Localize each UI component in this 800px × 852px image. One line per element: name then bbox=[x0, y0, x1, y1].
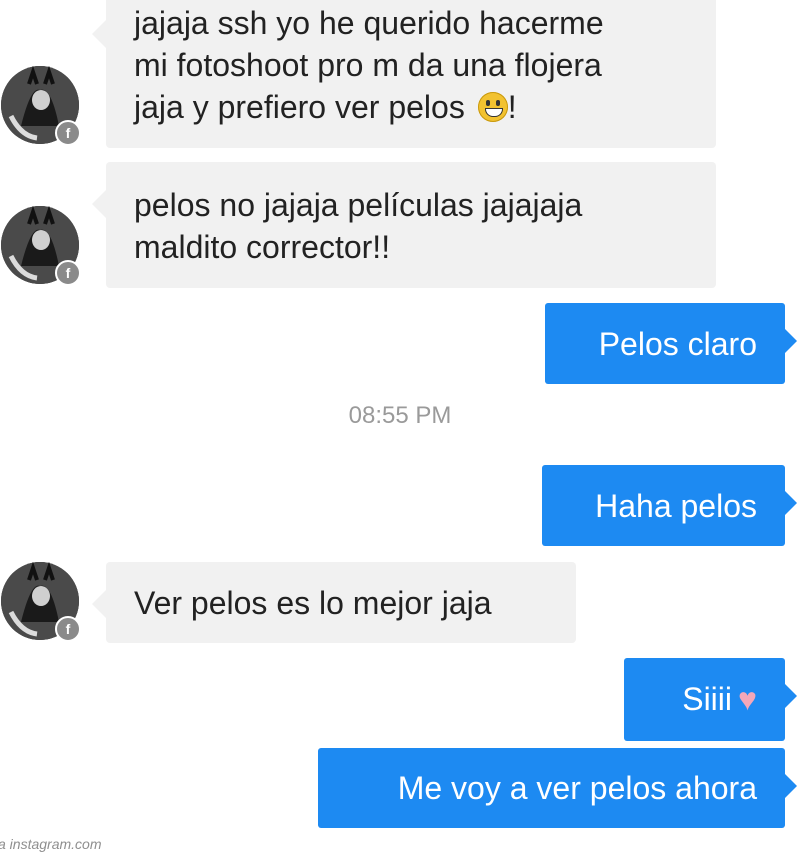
grinning-face-emoji bbox=[477, 92, 508, 122]
message-bubble-incoming[interactable]: Ver pelos es lo mejor jaja bbox=[92, 562, 576, 643]
message-bubble-outgoing[interactable]: Siiii ♥ bbox=[624, 658, 797, 741]
heart-emoji: ♥ bbox=[738, 681, 757, 717]
message-line: maldito corrector!! bbox=[134, 229, 391, 265]
contact-avatar[interactable]: f bbox=[1, 66, 81, 146]
message-line: mi fotoshoot pro m da una flojera bbox=[134, 47, 602, 83]
facebook-icon: f bbox=[55, 616, 81, 642]
message-text: Me voy a ver pelos ahora bbox=[397, 770, 757, 806]
message-line: jajaja ssh yo he querido hacerme bbox=[134, 5, 604, 41]
contact-avatar[interactable]: f bbox=[1, 206, 81, 286]
message-bubble-outgoing[interactable]: Haha pelos bbox=[542, 465, 797, 546]
message-timestamp: 08:55 PM bbox=[348, 402, 452, 429]
facebook-icon: f bbox=[55, 260, 81, 286]
message-text: Siiii bbox=[682, 681, 732, 717]
message-line: jaja y prefiero ver pelos ! bbox=[134, 89, 517, 125]
message-bubble-outgoing[interactable]: Me voy a ver pelos ahora bbox=[318, 748, 797, 828]
message-text: Ver pelos es lo mejor jaja bbox=[134, 585, 492, 621]
message-line: pelos no jajaja películas jajajaja bbox=[134, 187, 583, 223]
message-bubble-incoming[interactable]: pelos no jajaja películas jajajaja maldi… bbox=[92, 162, 716, 288]
contact-avatar[interactable]: f bbox=[1, 562, 81, 642]
message-text: Pelos claro bbox=[598, 326, 757, 362]
message-text: Haha pelos bbox=[595, 488, 757, 524]
message-bubble-incoming[interactable]: jajaja ssh yo he querido hacerme mi foto… bbox=[92, 0, 716, 148]
facebook-icon: f bbox=[55, 120, 81, 146]
message-bubble-outgoing[interactable]: Pelos claro bbox=[545, 303, 797, 384]
